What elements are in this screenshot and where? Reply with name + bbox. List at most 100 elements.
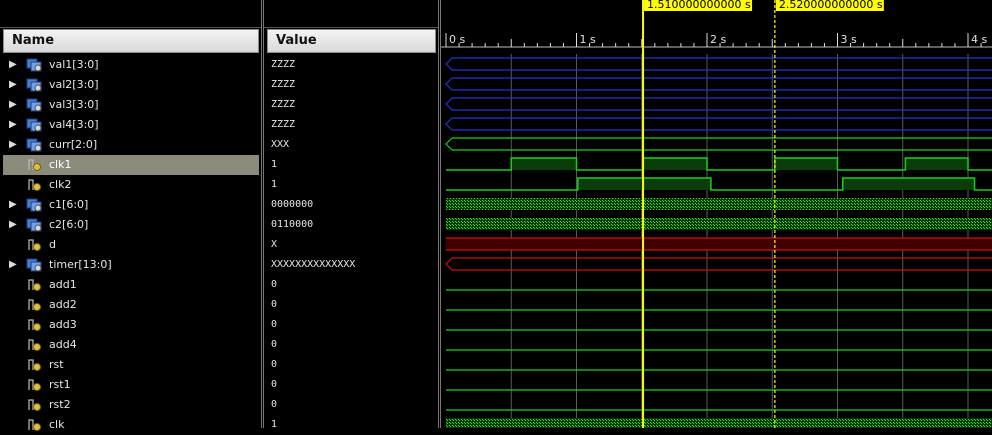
signal-name: clk bbox=[49, 418, 65, 431]
signal-value: 0 bbox=[271, 279, 278, 290]
signal-row[interactable]: clk bbox=[3, 415, 259, 435]
name-column-header[interactable]: Name bbox=[3, 29, 259, 53]
bit-icon bbox=[28, 399, 41, 411]
expand-arrow-icon[interactable]: ▶ bbox=[9, 115, 17, 135]
clock-high-fill bbox=[511, 158, 577, 170]
signal-row[interactable]: ▶ val4[3:0] bbox=[3, 115, 259, 135]
signal-value: 1 bbox=[271, 159, 278, 170]
ruler-label: 0 s bbox=[449, 33, 465, 46]
waveform-canvas[interactable]: 0 s 1 s 2 s 3 s 4 s 1.510000000000 s 2.5200000… bbox=[441, 0, 992, 428]
bus-waveform bbox=[445, 77, 992, 91]
signal-name: rst bbox=[49, 358, 64, 371]
signal-name: rst2 bbox=[49, 398, 71, 411]
bus-icon bbox=[26, 198, 42, 212]
value-column-header[interactable]: Value bbox=[267, 29, 436, 53]
signal-row[interactable]: add1 bbox=[3, 275, 259, 295]
expand-arrow-icon[interactable]: ▶ bbox=[9, 135, 17, 155]
signal-row[interactable]: rst1 bbox=[3, 375, 259, 395]
bit-icon bbox=[28, 419, 41, 431]
signal-row[interactable]: ▶ timer[13:0] bbox=[3, 255, 259, 275]
bus-icon bbox=[26, 138, 42, 152]
cursor-label: 1.510000000000 s bbox=[647, 0, 751, 11]
signal-value: ZZZZ bbox=[271, 119, 296, 130]
expand-arrow-icon[interactable]: ▶ bbox=[9, 75, 17, 95]
signal-row[interactable]: rst bbox=[3, 355, 259, 375]
signal-value: 0 bbox=[271, 359, 278, 370]
signal-row[interactable]: ▶ val2[3:0] bbox=[3, 75, 259, 95]
signal-name: add4 bbox=[49, 338, 77, 351]
cursor-label: 2.520000000000 s bbox=[779, 0, 883, 11]
bus-icon bbox=[26, 58, 42, 72]
name-panel-top bbox=[0, 0, 261, 28]
signal-name: c2[6:0] bbox=[49, 218, 89, 231]
waveform-panel[interactable]: 0 s 1 s 2 s 3 s 4 s 1.510000000000 s 2.5200000… bbox=[440, 0, 992, 428]
value-panel: Value ZZZZ ZZZZ ZZZZ ZZZZ XXX 1 1 0000000 011000… bbox=[263, 0, 439, 430]
signal-name: timer[13:0] bbox=[49, 258, 112, 271]
signal-name: add1 bbox=[49, 278, 77, 291]
signal-row[interactable]: ▶ c1[6:0] bbox=[3, 195, 259, 215]
signal-row[interactable]: ▶ val1[3:0] bbox=[3, 55, 259, 75]
bit-icon bbox=[28, 319, 41, 331]
signal-value: 0 bbox=[271, 399, 278, 410]
expand-arrow-icon[interactable]: ▶ bbox=[9, 215, 17, 235]
ruler-label: 2 s bbox=[710, 33, 726, 46]
expand-arrow-icon[interactable]: ▶ bbox=[9, 95, 17, 115]
signal-value: X bbox=[271, 239, 278, 250]
clock-high-fill bbox=[577, 178, 711, 190]
signal-name: d bbox=[49, 238, 56, 251]
signal-value: XXX bbox=[271, 139, 290, 150]
signal-name: rst1 bbox=[49, 378, 71, 391]
signal-name: add3 bbox=[49, 318, 77, 331]
bus-icon bbox=[26, 258, 42, 272]
clock-high-fill bbox=[905, 158, 968, 170]
bit-icon bbox=[28, 179, 41, 191]
signal-row[interactable]: rst2 bbox=[3, 395, 259, 415]
signal-row[interactable]: add2 bbox=[3, 295, 259, 315]
clock-high-fill bbox=[842, 178, 975, 190]
ruler-label: 4 s bbox=[971, 33, 987, 46]
clock-high-fill bbox=[643, 158, 707, 170]
bus-waveform bbox=[445, 257, 992, 271]
expand-arrow-icon[interactable]: ▶ bbox=[9, 255, 17, 275]
name-panel: Name ▶ val1[3:0] ▶ val2[3:0] ▶ val3[3:0] ▶ val4… bbox=[0, 0, 262, 431]
signal-row[interactable]: add3 bbox=[3, 315, 259, 335]
signal-name: clk1 bbox=[49, 158, 72, 171]
bus-icon bbox=[26, 118, 42, 132]
bus-waveform bbox=[445, 57, 992, 71]
value-panel-top bbox=[264, 0, 438, 28]
bit-icon bbox=[28, 279, 41, 291]
signal-row[interactable]: add4 bbox=[3, 335, 259, 355]
signal-value: XXXXXXXXXXXXXX bbox=[271, 259, 356, 270]
bit-icon bbox=[28, 379, 41, 391]
signal-row[interactable]: ▶ curr[2:0] bbox=[3, 135, 259, 155]
unknown-fill bbox=[446, 238, 992, 250]
signal-row[interactable]: clk2 bbox=[3, 175, 259, 195]
signal-value: ZZZZ bbox=[271, 59, 296, 70]
signal-row[interactable]: ▶ c2[6:0] bbox=[3, 215, 259, 235]
signal-value: 0000000 bbox=[271, 199, 314, 210]
signal-value: ZZZZ bbox=[271, 99, 296, 110]
bit-icon bbox=[28, 299, 41, 311]
signal-value: 0110000 bbox=[271, 219, 314, 230]
bus-activity-waveform bbox=[446, 198, 992, 210]
signal-row[interactable]: ▶ val3[3:0] bbox=[3, 95, 259, 115]
bus-activity-waveform bbox=[446, 218, 992, 230]
bit-icon bbox=[28, 239, 41, 251]
bus-waveform bbox=[445, 97, 992, 111]
bit-icon bbox=[28, 339, 41, 351]
signal-value: 1 bbox=[271, 179, 278, 190]
signal-name: curr[2:0] bbox=[49, 138, 98, 151]
signal-row[interactable]: clk1 bbox=[3, 155, 259, 175]
expand-arrow-icon[interactable]: ▶ bbox=[9, 195, 17, 215]
expand-arrow-icon[interactable]: ▶ bbox=[9, 55, 17, 75]
signal-value: 1 bbox=[271, 419, 278, 430]
signal-value: 0 bbox=[271, 319, 278, 330]
bus-waveform bbox=[445, 117, 992, 131]
ruler-label: 3 s bbox=[841, 33, 857, 46]
signal-name: c1[6:0] bbox=[49, 198, 89, 211]
clock-high-fill bbox=[774, 158, 838, 170]
signal-name: val4[3:0] bbox=[49, 118, 99, 131]
bus-activity-waveform bbox=[446, 418, 992, 428]
signal-name: add2 bbox=[49, 298, 77, 311]
signal-row[interactable]: d bbox=[3, 235, 259, 255]
